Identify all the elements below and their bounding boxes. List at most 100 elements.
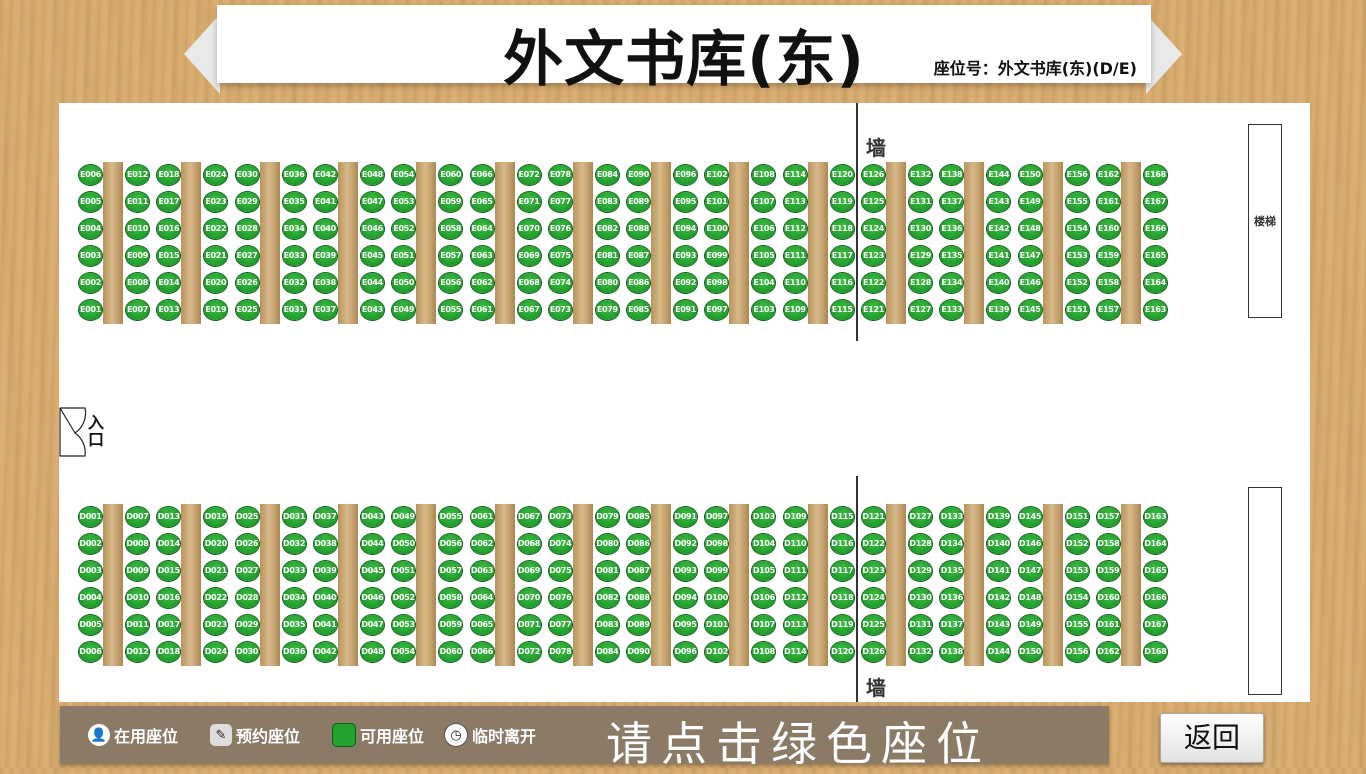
seat-E162[interactable]: E162 [1096, 165, 1120, 185]
seat-D113[interactable]: D113 [783, 615, 807, 635]
seat-D044[interactable]: D044 [360, 534, 384, 554]
seat-D022[interactable]: D022 [204, 588, 228, 608]
seat-D147[interactable]: D147 [1018, 561, 1042, 581]
seat-E029[interactable]: E029 [235, 192, 259, 212]
seat-D062[interactable]: D062 [470, 534, 494, 554]
seat-D144[interactable]: D144 [987, 642, 1011, 662]
seat-D051[interactable]: D051 [392, 561, 416, 581]
seat-E004[interactable]: E004 [79, 219, 102, 239]
seat-D006[interactable]: D006 [79, 642, 102, 662]
seat-E047[interactable]: E047 [360, 192, 384, 212]
seat-E126[interactable]: E126 [862, 165, 885, 185]
seat-E096[interactable]: E096 [674, 165, 698, 185]
seat-D032[interactable]: D032 [282, 534, 306, 554]
seat-D162[interactable]: D162 [1096, 642, 1120, 662]
seat-D057[interactable]: D057 [439, 561, 463, 581]
seat-D134[interactable]: D134 [940, 534, 964, 554]
seat-D063[interactable]: D063 [470, 561, 494, 581]
seat-D017[interactable]: D017 [157, 615, 181, 635]
seat-D123[interactable]: D123 [862, 561, 885, 581]
seat-D096[interactable]: D096 [674, 642, 698, 662]
seat-D120[interactable]: D120 [830, 642, 854, 662]
seat-D064[interactable]: D064 [470, 588, 494, 608]
seat-D030[interactable]: D030 [235, 642, 259, 662]
seat-E114[interactable]: E114 [783, 165, 807, 185]
seat-D050[interactable]: D050 [392, 534, 416, 554]
seat-D164[interactable]: D164 [1143, 534, 1167, 554]
seat-D075[interactable]: D075 [548, 561, 572, 581]
seat-D092[interactable]: D092 [674, 534, 698, 554]
seat-D004[interactable]: D004 [79, 588, 102, 608]
seat-E073[interactable]: E073 [548, 300, 572, 320]
seat-D138[interactable]: D138 [940, 642, 964, 662]
seat-E076[interactable]: E076 [548, 219, 572, 239]
seat-E064[interactable]: E064 [470, 219, 494, 239]
seat-E089[interactable]: E089 [627, 192, 651, 212]
seat-D142[interactable]: D142 [987, 588, 1011, 608]
seat-E163[interactable]: E163 [1143, 300, 1167, 320]
seat-D148[interactable]: D148 [1018, 588, 1042, 608]
seat-D016[interactable]: D016 [157, 588, 181, 608]
seat-D127[interactable]: D127 [909, 507, 932, 527]
seat-D038[interactable]: D038 [313, 534, 337, 554]
seat-E148[interactable]: E148 [1018, 219, 1042, 239]
seat-E150[interactable]: E150 [1018, 165, 1042, 185]
seat-D137[interactable]: D137 [940, 615, 964, 635]
seat-E034[interactable]: E034 [282, 219, 306, 239]
seat-D083[interactable]: D083 [595, 615, 619, 635]
seat-D026[interactable]: D026 [235, 534, 259, 554]
seat-E075[interactable]: E075 [548, 246, 572, 266]
seat-D035[interactable]: D035 [282, 615, 306, 635]
seat-D079[interactable]: D079 [595, 507, 619, 527]
seat-E090[interactable]: E090 [627, 165, 651, 185]
seat-E008[interactable]: E008 [126, 273, 149, 293]
seat-D133[interactable]: D133 [940, 507, 964, 527]
seat-D023[interactable]: D023 [204, 615, 228, 635]
seat-D069[interactable]: D069 [517, 561, 541, 581]
seat-D058[interactable]: D058 [439, 588, 463, 608]
seat-E071[interactable]: E071 [517, 192, 541, 212]
seat-D168[interactable]: D168 [1143, 642, 1167, 662]
seat-D055[interactable]: D055 [439, 507, 463, 527]
seat-E146[interactable]: E146 [1018, 273, 1042, 293]
seat-D009[interactable]: D009 [126, 561, 149, 581]
seat-D086[interactable]: D086 [627, 534, 651, 554]
seat-D072[interactable]: D072 [517, 642, 541, 662]
seat-E072[interactable]: E072 [517, 165, 541, 185]
seat-D114[interactable]: D114 [783, 642, 807, 662]
seat-D119[interactable]: D119 [830, 615, 854, 635]
seat-D018[interactable]: D018 [157, 642, 181, 662]
seat-E028[interactable]: E028 [235, 219, 259, 239]
seat-E042[interactable]: E042 [313, 165, 337, 185]
seat-E069[interactable]: E069 [517, 246, 541, 266]
seat-E165[interactable]: E165 [1143, 246, 1167, 266]
seat-D089[interactable]: D089 [627, 615, 651, 635]
seat-D153[interactable]: D153 [1065, 561, 1089, 581]
seat-D060[interactable]: D060 [439, 642, 463, 662]
seat-D068[interactable]: D068 [517, 534, 541, 554]
seat-D077[interactable]: D077 [548, 615, 572, 635]
seat-D010[interactable]: D010 [126, 588, 149, 608]
seat-E043[interactable]: E043 [360, 300, 384, 320]
seat-E068[interactable]: E068 [517, 273, 541, 293]
seat-D020[interactable]: D020 [204, 534, 228, 554]
seat-E111[interactable]: E111 [783, 246, 807, 266]
seat-D121[interactable]: D121 [862, 507, 885, 527]
seat-D027[interactable]: D027 [235, 561, 259, 581]
seat-E065[interactable]: E065 [470, 192, 494, 212]
seat-D118[interactable]: D118 [830, 588, 854, 608]
seat-D090[interactable]: D090 [627, 642, 651, 662]
seat-E120[interactable]: E120 [830, 165, 854, 185]
seat-D067[interactable]: D067 [517, 507, 541, 527]
seat-E151[interactable]: E151 [1065, 300, 1089, 320]
seat-E131[interactable]: E131 [909, 192, 932, 212]
seat-D011[interactable]: D011 [126, 615, 149, 635]
seat-E109[interactable]: E109 [783, 300, 807, 320]
seat-D031[interactable]: D031 [282, 507, 306, 527]
seat-E078[interactable]: E078 [548, 165, 572, 185]
seat-D122[interactable]: D122 [862, 534, 885, 554]
seat-E032[interactable]: E032 [282, 273, 306, 293]
seat-E121[interactable]: E121 [862, 300, 885, 320]
seat-E082[interactable]: E082 [595, 219, 619, 239]
seat-D165[interactable]: D165 [1143, 561, 1167, 581]
